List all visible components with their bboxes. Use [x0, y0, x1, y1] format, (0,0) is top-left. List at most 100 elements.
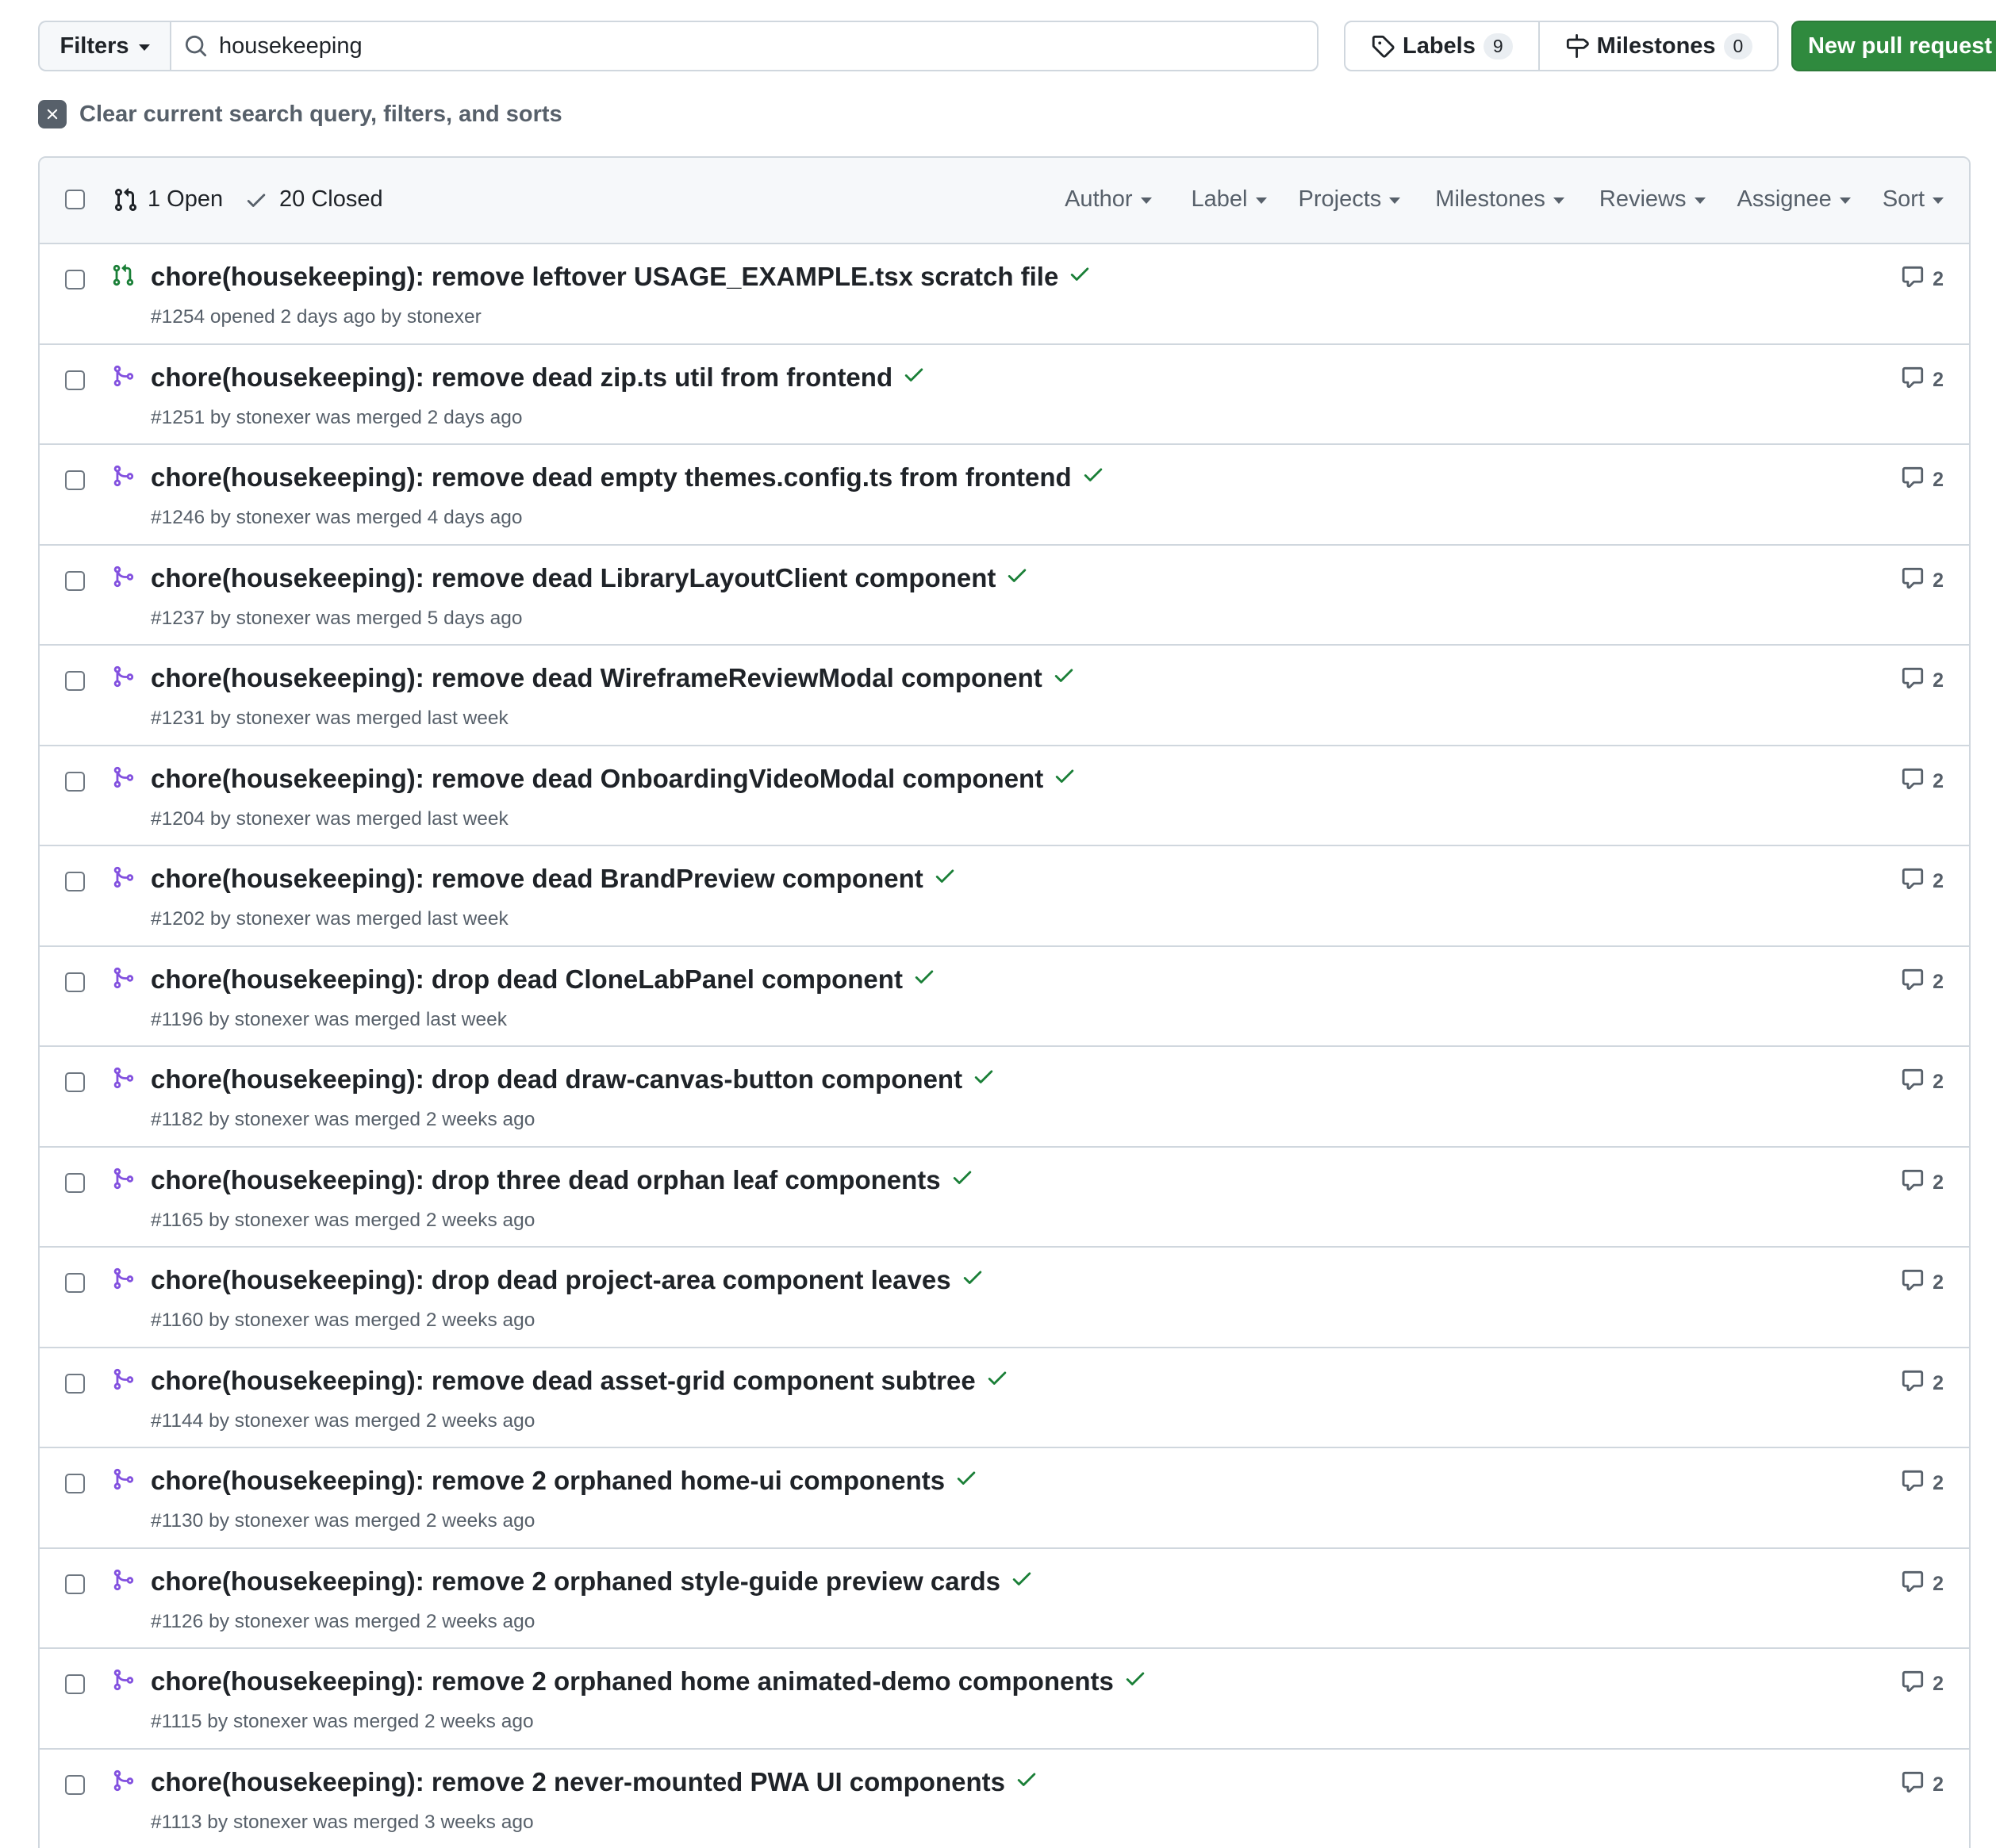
- row-checkbox[interactable]: [65, 1273, 85, 1293]
- labels-button[interactable]: Labels 9: [1345, 22, 1538, 70]
- comments-link[interactable]: 2: [1901, 867, 1944, 896]
- checks-passed-icon[interactable]: [1010, 1566, 1034, 1597]
- checks-passed-icon[interactable]: [1005, 563, 1029, 593]
- row-checkbox[interactable]: [65, 771, 85, 792]
- checks-passed-icon[interactable]: [1052, 663, 1076, 693]
- checks-passed-icon[interactable]: [1068, 262, 1092, 292]
- row-checkbox[interactable]: [65, 370, 85, 390]
- new-pull-request-button[interactable]: New pull request: [1791, 21, 1996, 71]
- search-input[interactable]: [219, 33, 1250, 59]
- row-checkbox[interactable]: [65, 671, 85, 691]
- pull-request-title-link[interactable]: chore(housekeeping): remove dead BrandPr…: [151, 864, 957, 894]
- pull-request-row[interactable]: chore(housekeeping): remove 2 orphaned h…: [40, 1649, 1969, 1750]
- row-checkbox[interactable]: [65, 1574, 85, 1594]
- comments-link[interactable]: 2: [1901, 265, 1944, 294]
- menu-projects[interactable]: Projects: [1299, 186, 1401, 213]
- pull-request-title-link[interactable]: chore(housekeeping): remove 2 orphaned h…: [151, 1466, 978, 1496]
- comments-link[interactable]: 2: [1901, 466, 1944, 495]
- comments-link[interactable]: 2: [1901, 666, 1944, 696]
- pull-request-title-link[interactable]: chore(housekeeping): remove dead Wirefra…: [151, 663, 1076, 693]
- pull-request-row[interactable]: chore(housekeeping): drop dead CloneLabP…: [40, 947, 1969, 1047]
- pull-request-row[interactable]: chore(housekeeping): remove dead zip.ts …: [40, 345, 1969, 445]
- checks-passed-icon[interactable]: [902, 362, 926, 393]
- rows-container: chore(housekeeping): remove leftover USA…: [40, 244, 1969, 1848]
- pull-request-row[interactable]: chore(housekeeping): drop three dead orp…: [40, 1148, 1969, 1248]
- row-checkbox[interactable]: [65, 1474, 85, 1493]
- select-all-checkbox[interactable]: [65, 190, 85, 209]
- comments-link[interactable]: 2: [1901, 1369, 1944, 1398]
- comments-link[interactable]: 2: [1901, 1570, 1944, 1599]
- checks-passed-icon[interactable]: [1123, 1666, 1147, 1697]
- row-checkbox[interactable]: [65, 872, 85, 891]
- checks-passed-icon[interactable]: [933, 864, 957, 894]
- row-checkbox[interactable]: [65, 570, 85, 591]
- checks-passed-icon[interactable]: [972, 1064, 996, 1095]
- pull-request-row[interactable]: chore(housekeeping): remove dead Wirefra…: [40, 646, 1969, 746]
- pull-request-title-link[interactable]: chore(housekeeping): remove leftover USA…: [151, 262, 1092, 292]
- comments-link[interactable]: 2: [1901, 366, 1944, 395]
- pull-request-row[interactable]: chore(housekeeping): remove leftover USA…: [40, 244, 1969, 345]
- comments-link[interactable]: 2: [1901, 767, 1944, 796]
- row-checkbox[interactable]: [65, 1373, 85, 1394]
- checks-passed-icon[interactable]: [1081, 462, 1105, 493]
- checks-passed-icon[interactable]: [985, 1366, 1009, 1396]
- menu-assignee[interactable]: Assignee: [1737, 186, 1851, 213]
- comments-link[interactable]: 2: [1901, 566, 1944, 596]
- checks-passed-icon[interactable]: [961, 1265, 985, 1295]
- comments-link[interactable]: 2: [1901, 968, 1944, 997]
- pull-request-row[interactable]: chore(housekeeping): remove dead Library…: [40, 546, 1969, 646]
- comments-link[interactable]: 2: [1901, 1770, 1944, 1800]
- filters-button[interactable]: Filters: [38, 21, 170, 71]
- checks-passed-icon[interactable]: [912, 964, 936, 995]
- checks-passed-icon[interactable]: [1053, 764, 1077, 794]
- pull-request-title-link[interactable]: chore(housekeeping): drop dead draw-canv…: [151, 1064, 996, 1095]
- pull-request-row[interactable]: chore(housekeeping): remove 2 never-moun…: [40, 1750, 1969, 1848]
- row-checkbox[interactable]: [65, 972, 85, 992]
- pull-request-title-link[interactable]: chore(housekeeping): remove 2 orphaned s…: [151, 1566, 1034, 1597]
- comments-link[interactable]: 2: [1901, 1068, 1944, 1097]
- milestones-button[interactable]: Milestones 0: [1537, 22, 1779, 70]
- pull-request-title-link[interactable]: chore(housekeeping): remove 2 orphaned h…: [151, 1666, 1147, 1697]
- comments-link[interactable]: 2: [1901, 1469, 1944, 1498]
- comments-link[interactable]: 2: [1901, 1670, 1944, 1699]
- closed-filter-tab[interactable]: 20 Closed: [244, 186, 383, 213]
- row-checkbox[interactable]: [65, 470, 85, 490]
- pull-request-title-link[interactable]: chore(housekeeping): remove 2 never-moun…: [151, 1767, 1038, 1797]
- pull-request-title-link[interactable]: chore(housekeeping): remove dead Onboard…: [151, 764, 1077, 794]
- checks-passed-icon[interactable]: [954, 1466, 978, 1496]
- pull-request-row[interactable]: chore(housekeeping): drop dead draw-canv…: [40, 1047, 1969, 1148]
- pull-request-title-link[interactable]: chore(housekeeping): remove dead asset-g…: [151, 1366, 1009, 1396]
- row-checkbox[interactable]: [65, 1072, 85, 1092]
- menu-author[interactable]: Author: [1065, 186, 1152, 213]
- menu-reviews[interactable]: Reviews: [1599, 186, 1706, 213]
- pull-request-title-link[interactable]: chore(housekeeping): remove dead empty t…: [151, 462, 1105, 493]
- pull-request-row[interactable]: chore(housekeeping): remove dead empty t…: [40, 445, 1969, 546]
- pull-request-row[interactable]: chore(housekeeping): remove dead Onboard…: [40, 746, 1969, 846]
- checks-passed-icon[interactable]: [950, 1165, 974, 1195]
- open-filter-tab[interactable]: 1 Open: [113, 186, 223, 213]
- menu-sort[interactable]: Sort: [1883, 186, 1944, 213]
- pull-request-row[interactable]: chore(housekeeping): remove dead asset-g…: [40, 1348, 1969, 1448]
- pull-request-row[interactable]: chore(housekeeping): remove 2 orphaned h…: [40, 1448, 1969, 1549]
- row-checkbox[interactable]: [65, 1674, 85, 1694]
- checks-passed-icon[interactable]: [1015, 1767, 1038, 1797]
- pull-request-row[interactable]: chore(housekeeping): remove dead BrandPr…: [40, 846, 1969, 947]
- search-box[interactable]: [170, 21, 1319, 71]
- pull-request-title-link[interactable]: chore(housekeeping): drop dead project-a…: [151, 1265, 985, 1295]
- row-checkbox[interactable]: [65, 1172, 85, 1193]
- row-checkbox[interactable]: [65, 1774, 85, 1795]
- row-checkbox[interactable]: [65, 270, 85, 289]
- clear-filters-link[interactable]: Clear current search query, filters, and…: [38, 98, 562, 130]
- pull-request-row[interactable]: chore(housekeeping): drop dead project-a…: [40, 1248, 1969, 1348]
- pull-request-row[interactable]: chore(housekeeping): remove 2 orphaned s…: [40, 1549, 1969, 1649]
- pull-request-title-link[interactable]: chore(housekeeping): drop three dead orp…: [151, 1165, 974, 1195]
- pull-request-title-link[interactable]: chore(housekeeping): drop dead CloneLabP…: [151, 964, 936, 995]
- pull-request-title-link[interactable]: chore(housekeeping): remove dead Library…: [151, 563, 1029, 593]
- comment-count: 2: [1933, 1673, 1944, 1695]
- menu-milestones[interactable]: Milestones: [1435, 186, 1564, 213]
- menu-label[interactable]: Label: [1192, 186, 1267, 213]
- comments-link[interactable]: 2: [1901, 1168, 1944, 1198]
- pull-request-title-link[interactable]: chore(housekeeping): remove dead zip.ts …: [151, 362, 926, 393]
- comments-link[interactable]: 2: [1901, 1268, 1944, 1298]
- pull-request-merged-icon: [111, 1668, 135, 1696]
